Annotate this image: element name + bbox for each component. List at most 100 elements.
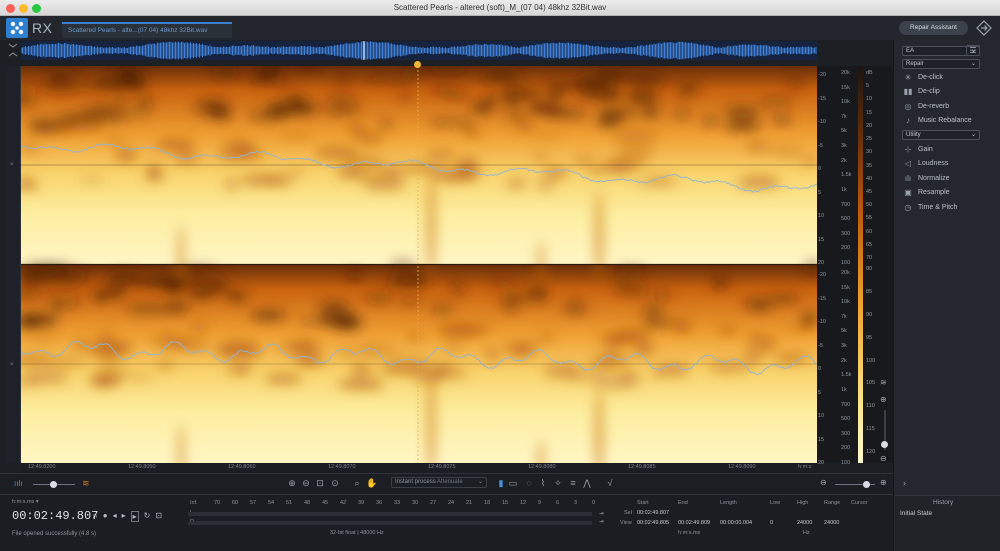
status-message: File opened successfully (4.8 s) (12, 531, 97, 537)
expand-panel-icon[interactable]: › (903, 478, 906, 488)
color-scale-tick: 95 (866, 334, 873, 341)
selection-row-label: Sel (624, 510, 632, 516)
meter-tick: 3 (574, 500, 578, 506)
horizontal-zoom-handle[interactable] (863, 481, 870, 488)
meter-tick: 57 (250, 500, 257, 506)
play-selection-button[interactable]: ▸ (130, 511, 139, 522)
meter-reset-icon[interactable]: ⇥ (599, 519, 604, 525)
time-ruler-tick: 12:49.8090 (728, 464, 756, 470)
zoom-in-icon[interactable]: ⊕ (287, 476, 297, 490)
horizontal-zoom-out-icon[interactable]: ⊖ (820, 478, 827, 487)
time-freq-select-icon[interactable]: ▭ (508, 476, 518, 490)
time-format-dropdown[interactable]: h:m:s.ms ▾ (12, 499, 39, 505)
headphones-icon[interactable]: ∩ (92, 511, 98, 522)
view-start[interactable]: 00:02:49.805 (637, 520, 669, 526)
zoom-in-icon[interactable]: ⊕ (880, 395, 887, 404)
horizontal-zoom-in-icon[interactable]: ⊕ (880, 478, 887, 487)
meter-tick: 45 (322, 500, 329, 506)
frequency-tick: 100 (841, 260, 851, 266)
scale-zoom-icon[interactable]: ≋ (880, 378, 887, 387)
hand-tool-icon[interactable]: ✋ (366, 476, 377, 490)
brush-icon[interactable]: ⌇ (538, 476, 548, 490)
spectrogram-display[interactable] (21, 66, 817, 463)
frequency-tick: 500 (841, 216, 851, 223)
history-title: History (933, 499, 954, 506)
color-scale-tick: 55 (866, 215, 873, 222)
frequency-tick: 300 (841, 230, 851, 237)
lasso-icon[interactable]: ◌ (524, 476, 534, 490)
color-scale-tick: 50 (866, 202, 873, 209)
module-item[interactable]: ılı Normalize (903, 172, 950, 184)
play-button[interactable]: ▸ (122, 511, 126, 522)
module-item[interactable]: ◎ De-reverb (903, 100, 950, 112)
db-tick: 0 (818, 166, 822, 172)
view-end[interactable]: 00:02:49.809 (678, 520, 710, 526)
frequency-tick: 20k (841, 70, 850, 76)
frequency-tick: 200 (841, 245, 851, 252)
db-tick: 0 (818, 366, 822, 372)
instant-process-control[interactable]: Instant process Attenuate ⌄ (391, 477, 487, 488)
time-select-icon[interactable]: ▮ (496, 476, 506, 490)
freq-unit-label: Hz (803, 530, 810, 536)
frequency-tick: 3k (841, 143, 847, 150)
color-scale-tick: 35 (866, 162, 873, 169)
view-length[interactable]: 00:00:00.004 (720, 520, 752, 526)
frequency-tick: 7k (841, 113, 847, 120)
module-item[interactable]: ♪ Music Rebalance (903, 115, 972, 127)
repair-assistant-button[interactable]: Repair Assistant (899, 21, 968, 35)
color-scale-tick: 70 (866, 255, 873, 261)
module-label: Music Rebalance (918, 117, 972, 124)
module-item[interactable]: ✳ De-click (903, 71, 943, 83)
zoom-out-icon[interactable]: ⊖ (301, 476, 311, 490)
meter-tick: 60 (232, 500, 239, 506)
collapse-overview-icon[interactable] (8, 41, 20, 60)
meter-reset-icon[interactable]: ⇥ (599, 511, 604, 517)
chevron-down-icon: ⌄ (970, 132, 976, 138)
time-ruler-tick: 12:49.8070 (328, 464, 356, 470)
waveform-view-icon[interactable]: ıılı (14, 479, 22, 488)
vertical-zoom-handle[interactable] (881, 441, 888, 448)
module-item[interactable]: ◁ Loudness (903, 158, 948, 170)
selection-start[interactable]: 00:02:49.807 (637, 510, 669, 516)
repair-assistant-icon[interactable] (976, 20, 992, 36)
window-title: Scattered Pearls - altered (soft)_M_(07 … (393, 3, 607, 12)
draw-icon[interactable]: √ (605, 476, 615, 490)
utility-category-dropdown[interactable]: Utility ⌄ (902, 130, 980, 140)
zoom-tool-icon[interactable]: ⌕ (352, 476, 362, 490)
module-item[interactable]: ▣ Resample (903, 187, 949, 199)
zoom-selection-icon[interactable]: ⊡ (315, 476, 325, 490)
loop-button[interactable]: ↻ (144, 511, 151, 522)
zoom-out-icon[interactable]: ⊖ (880, 454, 887, 463)
playhead-handle[interactable] (414, 61, 421, 68)
meter-tick: 30 (412, 500, 419, 506)
app-logo-text: RX (32, 20, 53, 36)
repair-category-dropdown[interactable]: Repair ⌄ (902, 59, 980, 69)
meter-tick: 21 (466, 500, 473, 506)
meter-tick: 6 (556, 500, 560, 506)
meter-tick: 54 (268, 500, 275, 506)
color-scale-tick: 90 (866, 311, 873, 318)
file-tab[interactable]: Scattered Pearls - alte...(07 04) 48khz … (62, 22, 232, 38)
record-button[interactable]: ● (103, 511, 108, 522)
frequency-select-icon[interactable]: ≡ (568, 476, 578, 490)
time-ruler-unit: h:m:s (798, 464, 812, 470)
module-item[interactable]: ◷ Time & Pitch (903, 201, 958, 213)
blend-slider-handle[interactable] (50, 481, 57, 488)
view-high[interactable]: 24000 (797, 520, 812, 526)
zoom-fit-icon[interactable]: ⊙ (330, 476, 340, 490)
view-low[interactable]: 0 (770, 520, 773, 526)
freq-lasso-icon[interactable]: ⋀ (582, 476, 592, 490)
module-item[interactable]: ⊹ Gain (903, 143, 933, 155)
module-item[interactable]: ▮▮ De-clip (903, 86, 940, 98)
wand-icon[interactable]: ✧ (553, 476, 563, 490)
file-tab-label: Scattered Pearls - alte...(07 04) 48khz … (68, 27, 208, 34)
history-item[interactable]: Initial State (900, 510, 932, 517)
view-range[interactable]: 24000 (824, 520, 839, 526)
resample-icon: ▣ (904, 188, 912, 197)
stop-button[interactable]: ⊡ (155, 511, 162, 522)
spectrogram-view-icon[interactable]: ≋ (82, 478, 90, 489)
waveform-overview[interactable] (20, 41, 817, 60)
time-pitch-icon: ◷ (904, 202, 912, 212)
module-list-menu-icon[interactable]: ☰ (966, 45, 980, 56)
rewind-button[interactable]: ◂ (113, 511, 117, 522)
